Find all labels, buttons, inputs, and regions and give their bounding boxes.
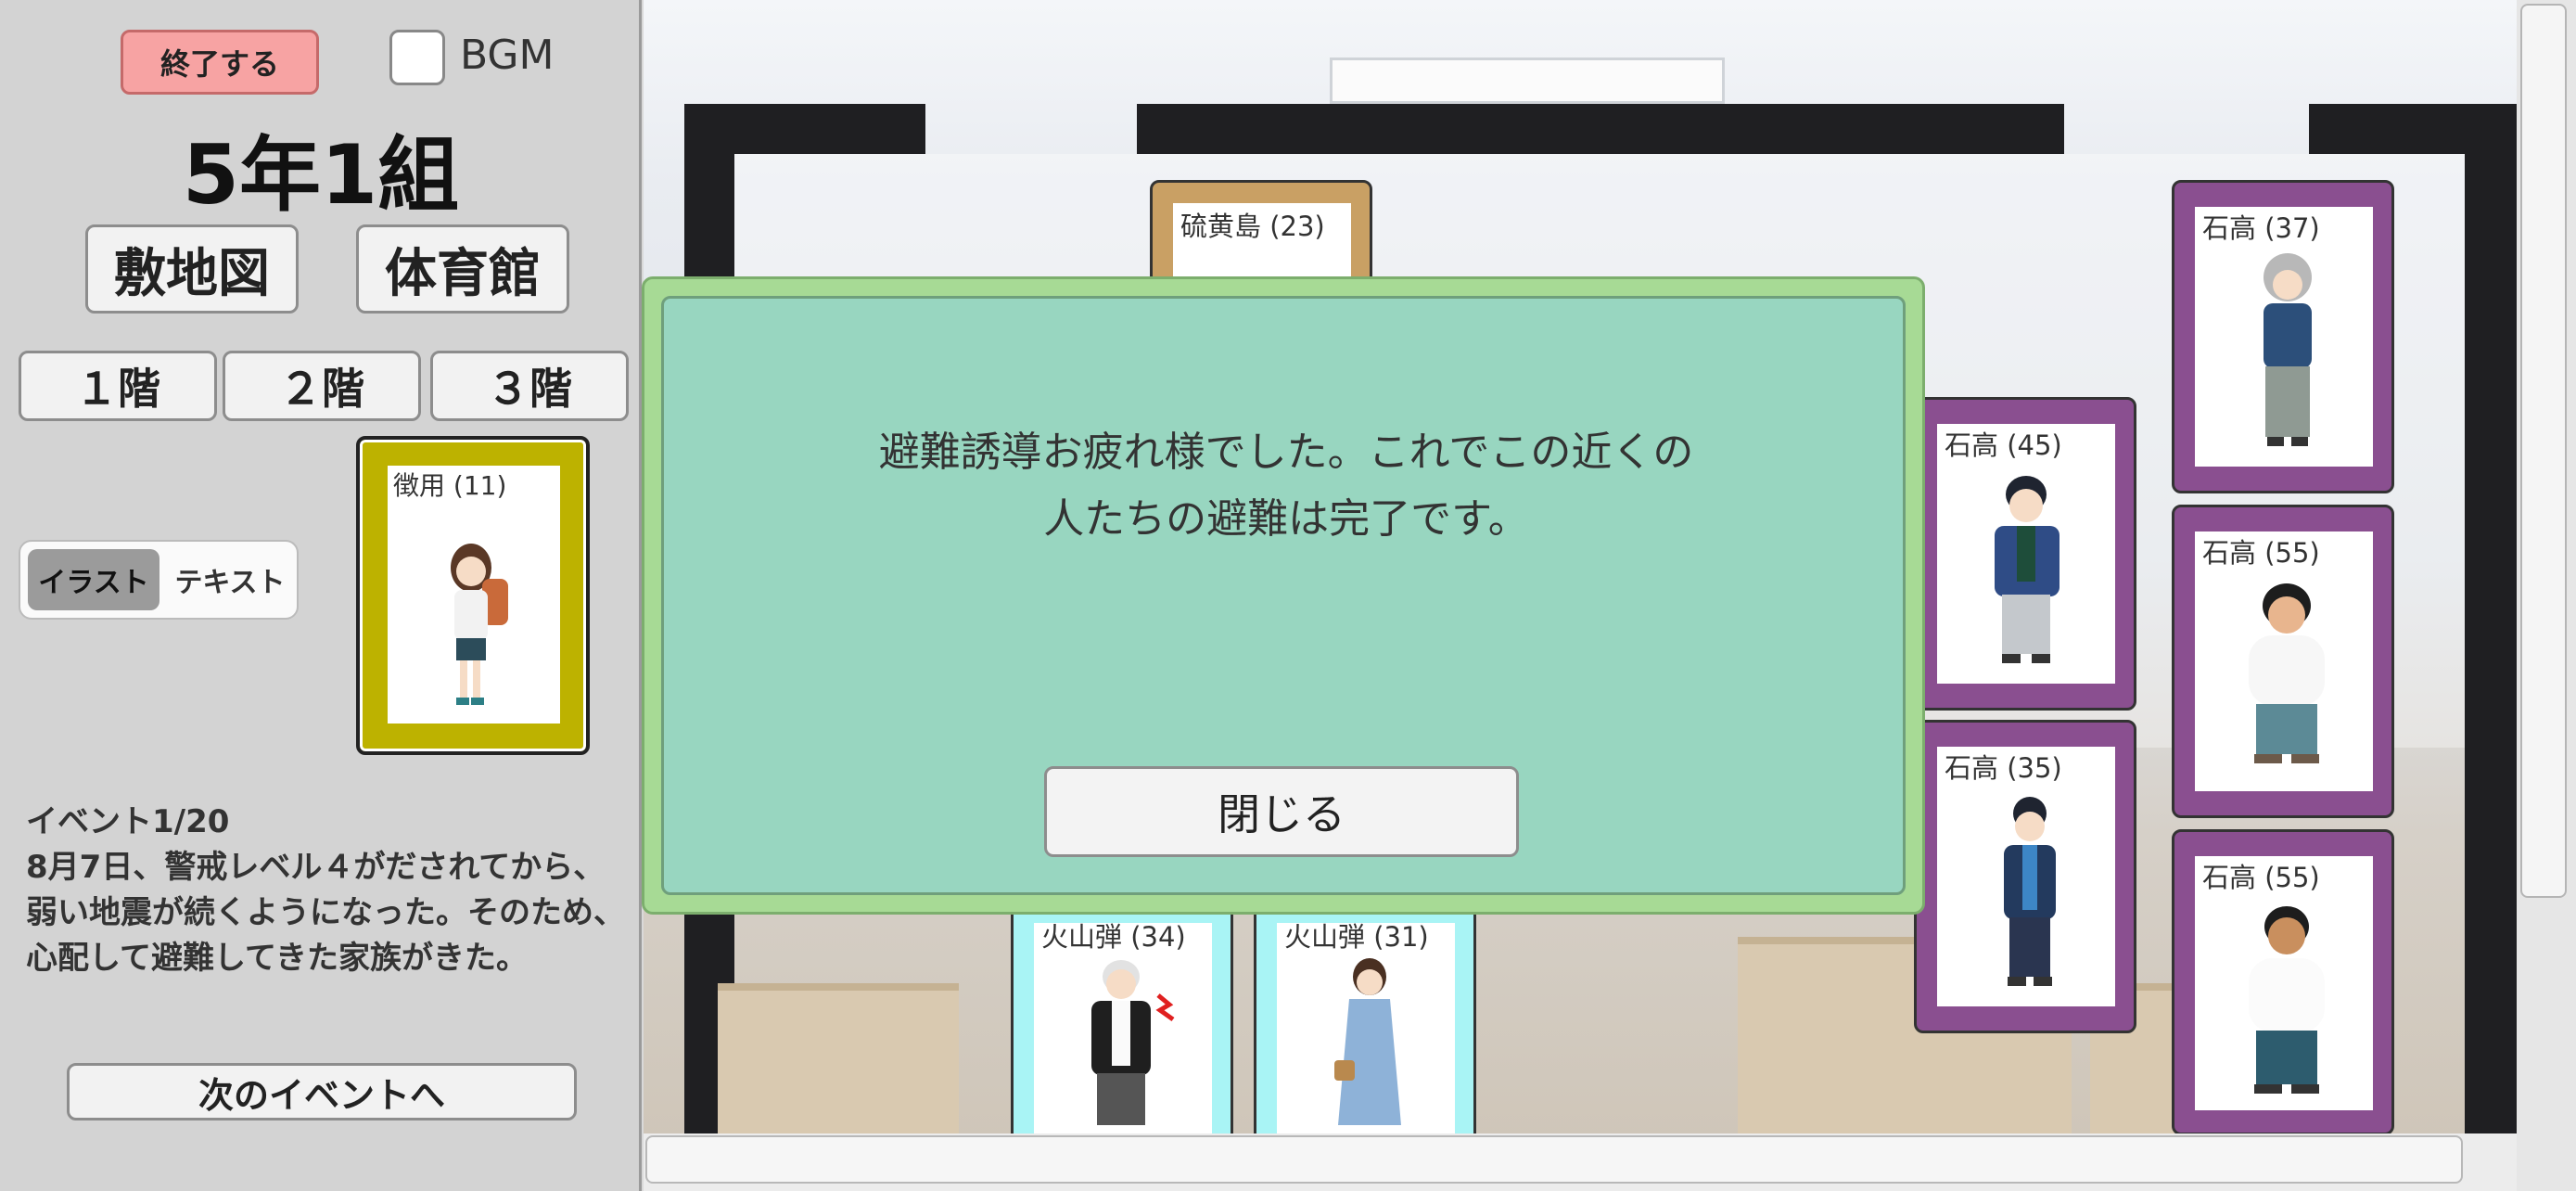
card-name: 石高 (55) [2202, 537, 2320, 569]
card-name: 石高 (55) [2202, 862, 2320, 893]
desk [718, 983, 959, 1135]
dialog-body: 避難誘導お疲れ様でした。これでこの近くの 人たちの避難は完了です。 閉じる [661, 296, 1906, 895]
quit-button[interactable]: 終了する [121, 30, 319, 95]
sidebar: 終了する BGM 5年1組 敷地図 体育館 １階 ２階 ３階 イラスト テキスト… [0, 0, 642, 1191]
character-card[interactable]: 石高 (35) [1914, 720, 2136, 1033]
event-description: イベント1/20 8月7日、警戒レベル４がだされてから、 弱い地震が続くようにな… [26, 800, 629, 981]
character-card[interactable]: 石高 (37) [2172, 180, 2394, 493]
close-button[interactable]: 閉じる [1044, 766, 1519, 857]
character-illustration-icon [2249, 906, 2325, 1094]
next-event-button[interactable]: 次のイベントへ [67, 1063, 577, 1121]
floor-1-button[interactable]: １階 [19, 351, 217, 421]
event-counter: イベント1/20 [26, 803, 230, 840]
character-card[interactable]: 石高 (55) [2172, 829, 2394, 1135]
character-illustration-icon [1995, 476, 2060, 663]
character-illustration-icon [1334, 958, 1401, 1125]
bgm-label: BGM [460, 32, 555, 79]
horizontal-scroll-thumb[interactable] [645, 1135, 2463, 1184]
evacuation-complete-dialog: 避難誘導お疲れ様でした。これでこの近くの 人たちの避難は完了です。 閉じる [642, 276, 1925, 915]
site-map-button[interactable]: 敷地図 [85, 224, 299, 314]
current-character-card[interactable]: 徴用 (11) [356, 436, 590, 755]
wall-pillar [2465, 104, 2517, 1135]
character-card[interactable]: 石高 (45) [1914, 397, 2136, 711]
class-title: 5年1組 [182, 127, 460, 223]
card-name: 硫黄島 (23) [1180, 211, 1325, 242]
ceiling-beam [1137, 104, 2064, 154]
vertical-scroll-thumb[interactable] [2520, 4, 2567, 898]
character-card[interactable]: 火山弾 (31) [1254, 903, 1476, 1138]
dialog-message-line: 人たちの避難は完了です。 [1043, 495, 1529, 543]
gym-button[interactable]: 体育館 [356, 224, 569, 314]
character-card[interactable]: 石高 (55) [2172, 505, 2394, 818]
floor-3-button[interactable]: ３階 [430, 351, 629, 421]
character-illustration-icon [1091, 960, 1175, 1125]
card-name: 石高 (35) [1945, 752, 2062, 784]
character-illustration-icon [2264, 253, 2312, 446]
dialog-message-line: 避難誘導お疲れ様でした。これでこの近くの [878, 429, 1694, 476]
ceiling-light [1330, 58, 1725, 104]
toggle-illust-option[interactable]: イラスト [28, 549, 159, 610]
character-illustration-icon [2249, 583, 2325, 763]
bgm-checkbox[interactable] [389, 30, 445, 85]
event-line: 8月7日、警戒レベル４がだされてから、 [26, 849, 606, 886]
event-line: 弱い地震が続くようになった。そのため、 [26, 894, 625, 931]
card-name: 石高 (45) [1945, 429, 2062, 461]
view-mode-toggle: イラスト テキスト [19, 540, 299, 620]
card-name: 火山弾 (31) [1284, 921, 1429, 953]
character-illustration-icon [2004, 797, 2056, 986]
character-card[interactable]: 火山弾 (34) [1011, 903, 1233, 1138]
card-name: 徴用 (11) [393, 470, 507, 501]
character-card[interactable]: 硫黄島 (23) [1150, 180, 1372, 294]
floor-2-button[interactable]: ２階 [223, 351, 421, 421]
event-line: 心配して避難してきた家族がきた。 [26, 940, 528, 977]
card-name: 火山弾 (34) [1041, 921, 1186, 953]
toggle-text-option[interactable]: テキスト [169, 549, 291, 610]
dialog-message: 避難誘導お疲れ様でした。これでこの近くの 人たちの避難は完了です。 [664, 419, 1908, 553]
character-illustration-icon [451, 544, 508, 705]
card-name: 石高 (37) [2202, 212, 2320, 244]
